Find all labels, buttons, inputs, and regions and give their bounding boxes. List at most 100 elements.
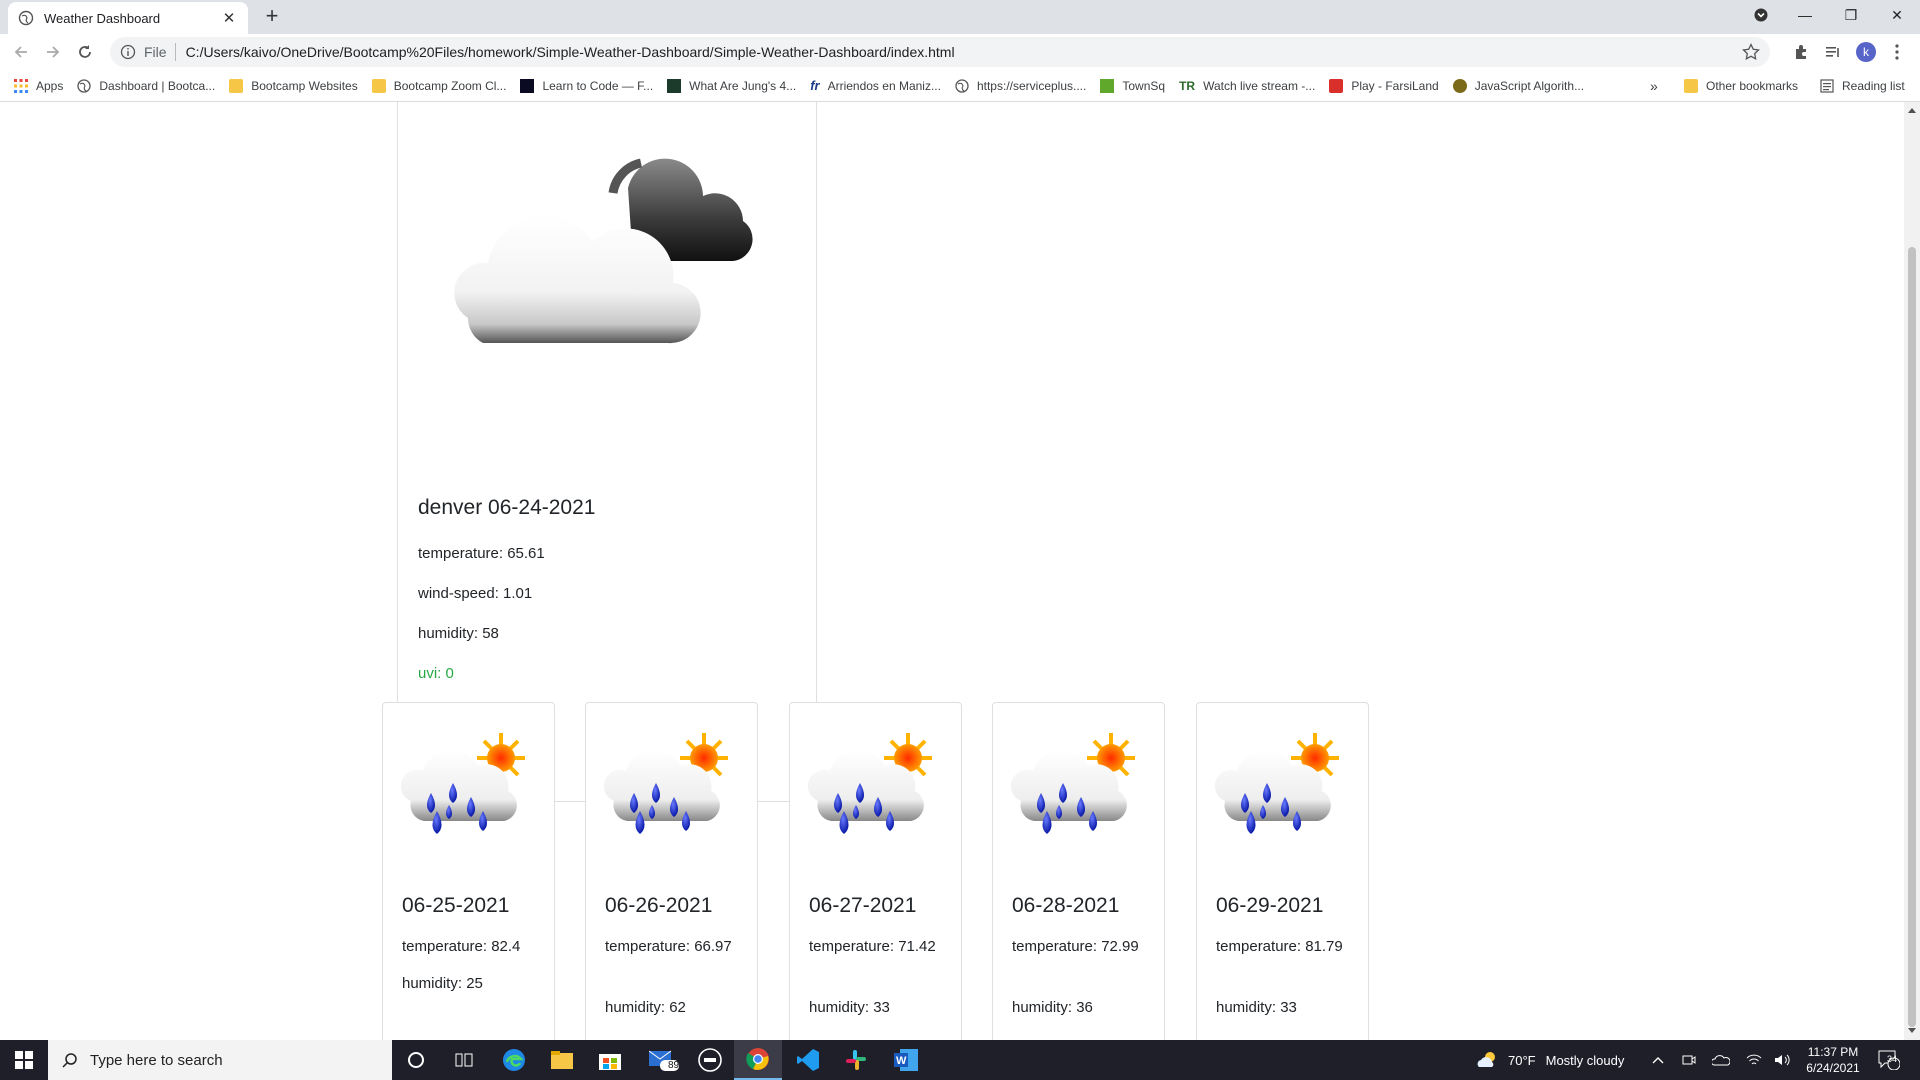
edge-browser-icon[interactable] <box>490 1040 538 1080</box>
tab-weather-dashboard[interactable]: Weather Dashboard ✕ <box>8 2 248 34</box>
vscode-icon[interactable] <box>784 1040 832 1080</box>
address-bar[interactable]: File C:/Users/kaivo/OneDrive/Bootcamp%20… <box>110 37 1770 67</box>
menu-kebab-icon[interactable] <box>1886 41 1908 63</box>
rain-sun-icon <box>1215 731 1341 836</box>
globe-icon <box>18 10 34 26</box>
site-icon <box>667 78 682 93</box>
tab-title: Weather Dashboard <box>44 10 161 26</box>
forecast-card: 06-29-2021 temperature: 81.79 humidity: … <box>1196 702 1369 1040</box>
bookmark-dashboard-bootcamp[interactable]: Dashboard | Bootca... <box>77 79 215 93</box>
forecast-card: 06-26-2021 temperature: 66.97 humidity: … <box>585 702 758 1040</box>
rain-sun-icon <box>808 731 934 836</box>
reload-icon[interactable] <box>72 39 98 65</box>
file-explorer-icon[interactable] <box>538 1040 586 1080</box>
close-window-icon[interactable]: ✕ <box>1874 0 1920 30</box>
volume-icon[interactable] <box>1774 1040 1790 1080</box>
chrome-icon[interactable] <box>734 1040 782 1080</box>
scrollbar-thumb[interactable] <box>1908 247 1916 1027</box>
close-tab-icon[interactable]: ✕ <box>220 9 238 27</box>
current-wind-speed: wind-speed: 1.01 <box>418 585 533 602</box>
scroll-down-arrow-icon[interactable] <box>1908 1028 1916 1033</box>
dell-icon[interactable] <box>686 1040 734 1080</box>
word-icon[interactable]: W <box>882 1040 930 1080</box>
bookmarks-bar: Apps Dashboard | Bootca... Bootcamp Webs… <box>0 70 1920 102</box>
cortana-icon[interactable] <box>392 1040 440 1080</box>
network-icon[interactable] <box>1746 1040 1762 1080</box>
show-hidden-icons-chevron[interactable] <box>1652 1040 1664 1080</box>
notification-count: 34 <box>1887 1054 1898 1064</box>
more-bookmarks-chevron[interactable]: » <box>1650 70 1658 102</box>
weather-widget[interactable]: 70°F Mostly cloudy <box>1476 1040 1624 1080</box>
omnibox-divider <box>174 43 176 61</box>
weather-text: Mostly cloudy <box>1545 1052 1625 1068</box>
forecast-humidity: humidity: 62 <box>605 999 686 1016</box>
profile-avatar[interactable]: k <box>1855 41 1877 63</box>
url-scheme: File <box>144 44 167 60</box>
forward-arrow-icon[interactable] <box>40 39 66 65</box>
rain-sun-icon <box>604 731 730 836</box>
farsiland-icon <box>1329 78 1344 93</box>
cloudy-night-icon <box>454 158 753 344</box>
forecast-temperature: temperature: 82.4 <box>402 938 521 955</box>
bookmark-watch-live[interactable]: TR Watch live stream -... <box>1179 79 1315 93</box>
globe-icon <box>77 78 92 93</box>
folder-icon <box>1684 79 1698 93</box>
bookmark-serviceplus[interactable]: https://serviceplus.... <box>955 79 1086 93</box>
search-icon <box>62 1053 77 1068</box>
new-tab-button[interactable]: + <box>258 4 286 30</box>
page-scrollbar[interactable] <box>1904 102 1920 1040</box>
action-center-icon[interactable]: 34 <box>1878 1040 1900 1080</box>
forecast-date: 06-25-2021 <box>402 894 510 917</box>
info-icon[interactable] <box>120 44 136 60</box>
forecast-temperature: temperature: 71.42 <box>809 938 936 955</box>
reading-list[interactable]: Reading list <box>1820 70 1905 102</box>
meet-now-icon[interactable] <box>1682 1040 1696 1080</box>
restore-icon[interactable]: ❐ <box>1828 0 1874 30</box>
tab-strip: Weather Dashboard ✕ + — ❐ ✕ <box>0 0 1920 34</box>
bookmark-townsq[interactable]: TownSq <box>1100 78 1165 93</box>
weather-temp: 70°F <box>1508 1052 1536 1068</box>
url-text[interactable]: C:/Users/kaivo/OneDrive/Bootcamp%20Files… <box>186 44 955 60</box>
chrome-tab-search-icon[interactable] <box>1738 0 1784 30</box>
back-arrow-icon[interactable] <box>8 39 34 65</box>
bookmark-learn-to-code[interactable]: Learn to Code — F... <box>520 78 653 93</box>
forecast-date: 06-28-2021 <box>1012 894 1120 917</box>
slack-icon[interactable] <box>832 1040 880 1080</box>
onedrive-icon[interactable] <box>1712 1040 1730 1080</box>
bookmark-javascript-algorithms[interactable]: JavaScript Algorith... <box>1452 78 1584 93</box>
other-bookmarks[interactable]: Other bookmarks <box>1684 70 1798 102</box>
minimize-icon[interactable]: — <box>1782 0 1828 30</box>
forecast-card: 06-28-2021 temperature: 72.99 humidity: … <box>992 702 1165 1040</box>
townsq-icon <box>1100 78 1115 93</box>
apps-grid-icon <box>14 78 28 93</box>
scroll-up-arrow-icon[interactable] <box>1908 108 1916 113</box>
bookmark-star-icon[interactable] <box>1742 43 1760 61</box>
reading-list-icon <box>1820 79 1834 93</box>
windows-taskbar: Type here to search 89 W 70°F Mostly clo… <box>0 1040 1920 1080</box>
forecast-date: 06-26-2021 <box>605 894 713 917</box>
fr-icon: fr <box>810 77 820 93</box>
bookmark-farsiland[interactable]: Play - FarsiLand <box>1329 78 1439 93</box>
bookmark-apps[interactable]: Apps <box>14 78 63 93</box>
reading-list-icon[interactable] <box>1822 41 1844 63</box>
taskbar-clock[interactable]: 11:37 PM 6/24/2021 <box>1798 1044 1868 1076</box>
rain-sun-icon <box>1011 731 1137 836</box>
task-view-icon[interactable] <box>440 1040 488 1080</box>
taskbar-search-box[interactable]: Type here to search <box>48 1040 392 1080</box>
mail-badge: 89 <box>668 1060 680 1071</box>
windows-start-icon[interactable] <box>0 1040 48 1080</box>
mail-icon[interactable]: 89 <box>640 1040 688 1080</box>
extensions-puzzle-icon[interactable] <box>1790 41 1812 63</box>
globe-icon <box>955 78 969 93</box>
clock-time: 11:37 PM <box>1807 1045 1859 1059</box>
forecast-card: 06-25-2021 temperature: 82.4 humidity: 2… <box>382 702 555 1040</box>
bookmark-bootcamp-zoom[interactable]: Bootcamp Zoom Cl... <box>371 78 506 93</box>
bookmark-arriendos[interactable]: fr Arriendos en Maniz... <box>810 77 941 93</box>
microsoft-store-icon[interactable] <box>586 1040 634 1080</box>
freecodecamp-icon <box>520 78 535 93</box>
bookmark-jung[interactable]: What Are Jung's 4... <box>667 78 796 93</box>
bookmark-bootcamp-websites[interactable]: Bootcamp Websites <box>229 78 358 93</box>
weather-cloud-sun-icon <box>1477 1052 1495 1067</box>
search-placeholder: Type here to search <box>90 1051 223 1069</box>
folder-icon <box>371 78 386 93</box>
